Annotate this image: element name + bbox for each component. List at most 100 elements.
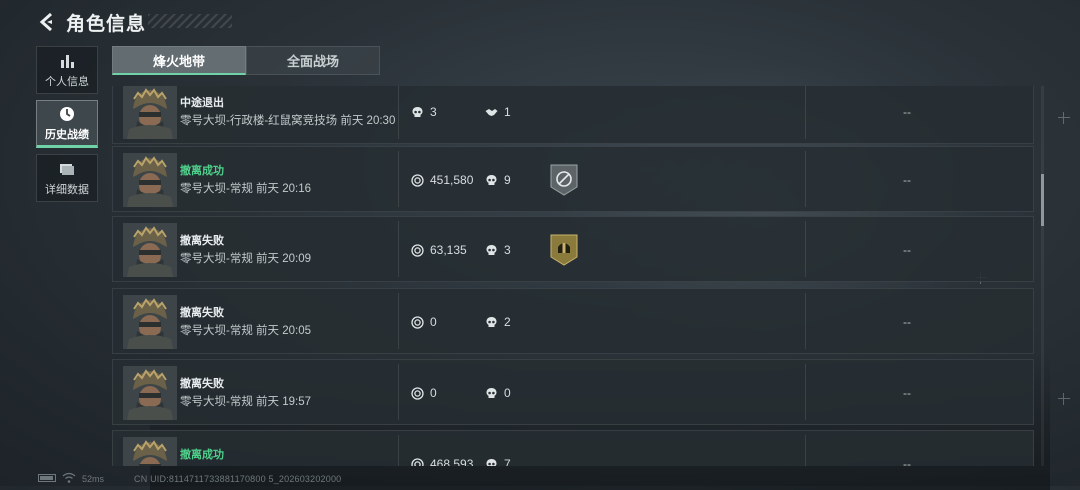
match-row[interactable]: 撤离失败零号大坝-常规 前天 19:57 0 0 -- (112, 359, 1034, 425)
match-location: 零号大坝-行政楼-红鼠窝竞技场 (180, 115, 338, 127)
match-row[interactable]: 撤离成功 468,593 7 -- (112, 430, 1034, 466)
match-status: 撤离成功 (180, 165, 224, 177)
match-status: 撤离失败 (180, 235, 224, 247)
stat-value: 2 (504, 315, 511, 329)
bar-chart-icon (61, 54, 74, 68)
operator-avatar (123, 366, 177, 420)
nav-item-label: 个人信息 (45, 75, 89, 88)
match-row[interactable]: 中途退出 零号大坝-行政楼-红鼠窝竞技场 前天 20:30 3 1 -- (112, 86, 1034, 144)
match-stat-primary: 63,135 (411, 243, 467, 257)
nav-item-label: 历史战绩 (45, 128, 89, 141)
match-time: 前天 20:09 (252, 253, 312, 265)
match-stat-primary: 0 (411, 315, 437, 329)
match-stat-secondary: 7 (485, 457, 511, 466)
match-location: 零号大坝-常规 (180, 183, 253, 195)
column-divider (398, 364, 399, 420)
operator-avatar (123, 86, 177, 139)
match-location: 零号大坝-常规 (180, 253, 253, 265)
match-extra-value: -- (903, 105, 911, 119)
match-extra-value: -- (903, 315, 911, 329)
match-stat-primary: 451,580 (411, 173, 473, 187)
column-divider (398, 151, 399, 207)
nav-item-detailed-data[interactable]: 详细数据 (36, 154, 98, 202)
coin-icon (411, 457, 430, 466)
column-divider (398, 435, 399, 466)
match-location-time: 零号大坝-常规 前天 19:57 (180, 393, 311, 409)
mode-tabs: 烽火地带 全面战场 (112, 46, 380, 75)
match-stat-secondary: 3 (485, 243, 511, 257)
stat-value: 7 (504, 457, 511, 466)
crosshair-deco (1058, 112, 1070, 124)
battery-icon (38, 474, 56, 482)
skull-icon (485, 244, 504, 257)
match-extra-value: -- (903, 386, 911, 400)
match-status: 撤离失败 (180, 307, 224, 319)
stat-value: 1 (504, 105, 511, 119)
nav-item-personal-info[interactable]: 个人信息 (36, 46, 98, 94)
skull-icon (411, 106, 430, 119)
coin-icon (411, 315, 430, 329)
status-footer: 52ms CN UID:8114711733881170800 5_202603… (0, 470, 1080, 486)
column-divider (805, 435, 806, 466)
match-stat-primary: 0 (411, 386, 437, 400)
match-time: 前天 19:57 (252, 396, 312, 408)
match-location-time: 零号大坝-常规 前天 20:05 (180, 322, 311, 338)
match-history-list[interactable]: 中途退出 零号大坝-行政楼-红鼠窝竞技场 前天 20:30 3 1 -- 撤离成功 零号大坝… (112, 86, 1034, 466)
skull-icon (485, 458, 504, 466)
match-location: 零号大坝-常规 (180, 325, 253, 337)
nav-item-match-history[interactable]: 历史战绩 (36, 100, 98, 148)
match-stat-secondary: 1 (485, 105, 511, 119)
crosshair-deco (1058, 393, 1070, 405)
stat-value: 9 (504, 173, 511, 187)
tab-warfare[interactable]: 全面战场 (246, 46, 380, 75)
page-title: 角色信息 (66, 13, 147, 35)
stat-value: 3 (430, 105, 437, 119)
stat-value: 0 (430, 386, 437, 400)
gold-helmet-badge (549, 233, 579, 267)
column-divider (805, 364, 806, 420)
stat-value: 0 (504, 386, 511, 400)
back-arrow-icon[interactable] (36, 11, 58, 33)
coin-icon (411, 243, 430, 257)
ping-value: 52ms (82, 474, 105, 484)
scrollbar-thumb[interactable] (1041, 174, 1044, 226)
nav-item-label: 详细数据 (45, 183, 89, 196)
stat-value: 0 (430, 315, 437, 329)
match-stat-primary: 3 (411, 105, 437, 119)
match-extra-value: -- (903, 243, 911, 257)
skull-icon (485, 387, 504, 400)
column-divider (805, 151, 806, 207)
operator-avatar (123, 223, 177, 277)
stat-value: 63,135 (430, 243, 467, 257)
match-stat-secondary: 9 (485, 173, 511, 187)
match-location-time: 零号大坝-常规 前天 20:16 (180, 180, 311, 196)
match-time: 前天 20:05 (252, 325, 312, 337)
match-row[interactable]: 撤离失败零号大坝-常规 前天 20:05 0 2 -- (112, 288, 1034, 354)
column-divider (805, 293, 806, 349)
match-extra-value: -- (903, 457, 911, 466)
match-stat-primary: 468,593 (411, 457, 473, 466)
column-divider (398, 221, 399, 277)
scrollbar[interactable] (1041, 86, 1044, 466)
match-status: 中途退出 (180, 97, 224, 109)
match-status: 撤离失败 (180, 378, 224, 390)
stat-value: 451,580 (430, 173, 474, 187)
folder-icon (60, 163, 74, 175)
side-nav: 个人信息 历史战绩 详细数据 (36, 46, 98, 208)
page-header: 角色信息 (36, 10, 147, 35)
match-extra-value: -- (903, 173, 911, 187)
stat-value: 468,593 (430, 457, 474, 466)
skull-icon (485, 316, 504, 329)
match-stat-secondary: 2 (485, 315, 511, 329)
tab-operations[interactable]: 烽火地带 (112, 46, 246, 75)
stat-value: 3 (504, 243, 511, 257)
operator-avatar (123, 437, 177, 466)
operator-avatar (123, 295, 177, 349)
silver-compass-badge (549, 163, 579, 197)
match-location: 零号大坝-常规 (180, 396, 253, 408)
skull-icon (485, 174, 504, 187)
match-row[interactable]: 撤离失败零号大坝-常规 前天 20:09 63,135 3 -- (112, 216, 1034, 282)
match-row[interactable]: 撤离成功零号大坝-常规 前天 20:16 451,580 9 -- (112, 146, 1034, 212)
clock-icon (60, 106, 74, 121)
coin-icon (411, 386, 430, 400)
